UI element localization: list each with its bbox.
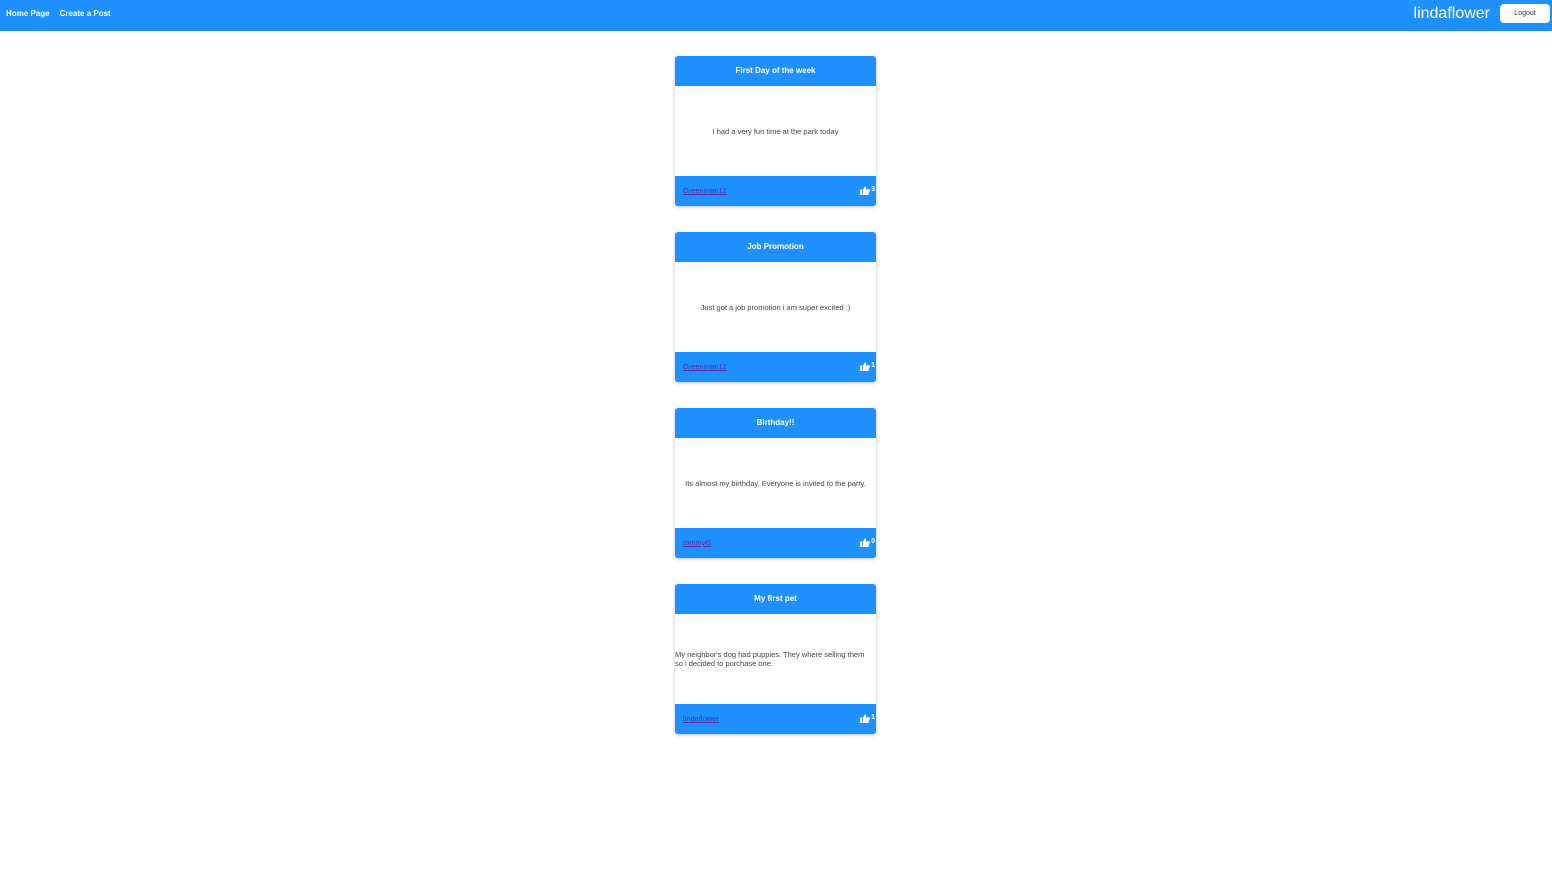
- post-footer: tommyG 0: [675, 528, 876, 558]
- nav-links: Home Page Create a Post: [6, 9, 111, 19]
- like-count: 1: [871, 714, 875, 721]
- nav-create-post-link[interactable]: Create a Post: [60, 9, 111, 19]
- like-button[interactable]: 0: [860, 537, 875, 547]
- post-body: Its almost my birthday. Everyone is invi…: [675, 438, 876, 528]
- like-button[interactable]: 1: [860, 713, 875, 723]
- thumbs-up-icon: [860, 713, 870, 723]
- post-footer: Greenman12 1: [675, 352, 876, 382]
- post-body-text: Its almost my birthday. Everyone is invi…: [685, 478, 866, 488]
- post-card: First Day of the week I had a very fun t…: [675, 56, 876, 206]
- logout-button[interactable]: Logout: [1500, 4, 1550, 23]
- post-author-link[interactable]: tommyG: [683, 538, 711, 548]
- post-card: Birthday!! Its almost my birthday. Every…: [675, 408, 876, 558]
- like-button[interactable]: 1: [860, 361, 875, 371]
- nav-home-link[interactable]: Home Page: [6, 9, 50, 19]
- username-label: lindaflower: [1413, 5, 1490, 22]
- post-footer: lindaflower 1: [675, 704, 876, 734]
- post-author-link[interactable]: Greenman12: [683, 362, 727, 372]
- post-body: Just got a job promotion i am super exci…: [675, 262, 876, 352]
- like-button[interactable]: 3: [860, 185, 875, 195]
- thumbs-up-icon: [860, 185, 870, 195]
- post-title: My first pet: [675, 584, 876, 614]
- post-body-text: Just got a job promotion i am super exci…: [700, 302, 851, 312]
- thumbs-up-icon: [860, 537, 870, 547]
- post-footer: Greenman12 3: [675, 176, 876, 206]
- like-count: 0: [871, 538, 875, 545]
- thumbs-up-icon: [860, 361, 870, 371]
- post-card: My first pet My neighbor's dog had puppi…: [675, 584, 876, 734]
- navbar: Home Page Create a Post lindaflower Logo…: [0, 0, 1552, 31]
- post-title: Birthday!!: [675, 408, 876, 438]
- post-body-text: My neighbor's dog had puppies. They wher…: [675, 650, 865, 668]
- post-card: Job Promotion Just got a job promotion i…: [675, 232, 876, 382]
- post-title: First Day of the week: [675, 56, 876, 86]
- like-count: 1: [871, 362, 875, 369]
- like-count: 3: [871, 186, 875, 193]
- post-body: My neighbor's dog had puppies. They wher…: [675, 614, 876, 704]
- post-author-link[interactable]: Greenman12: [683, 186, 727, 196]
- post-body-text: I had a very fun time at the park today: [712, 126, 839, 136]
- post-body: I had a very fun time at the park today: [675, 86, 876, 176]
- post-title: Job Promotion: [675, 232, 876, 262]
- post-author-link[interactable]: lindaflower: [683, 714, 719, 724]
